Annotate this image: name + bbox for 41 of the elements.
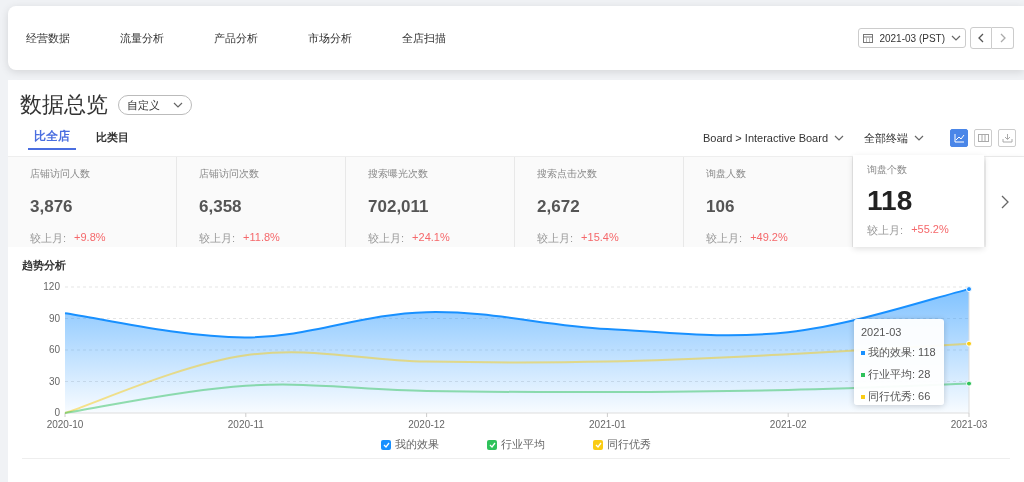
axis-label: 2021-01 [589, 419, 626, 430]
delta-label: 较上月: [537, 231, 574, 246]
axis-label: 2020-10 [46, 419, 84, 430]
delta-value: +49.2% [750, 231, 788, 245]
delta-value: +55.2% [911, 223, 949, 237]
kpi-label: 店铺访问次数 [199, 167, 259, 181]
delta-value: +9.8% [74, 231, 106, 245]
delta-label: 较上月: [30, 231, 67, 246]
kpi-value: 106 [706, 197, 735, 217]
tooltip-value: 同行优秀: 66 [868, 389, 931, 404]
axis-label: 60 [48, 344, 60, 355]
kpi-value: 118 [867, 185, 913, 217]
axis-label: 120 [43, 281, 60, 292]
delta-value: +15.4% [581, 231, 619, 245]
axis-label: 2021-02 [769, 419, 807, 430]
delta-value: +24.1% [412, 231, 450, 245]
page-title: 数据总览 [20, 91, 108, 119]
delta-label: 较上月: [867, 223, 904, 238]
axis-label: 2021-03 [950, 419, 988, 430]
kpi-label: 搜索点击次数 [537, 167, 598, 181]
delta-value: +11.8% [243, 231, 280, 245]
kpi-value: 702,011 [368, 197, 429, 217]
kpi-label: 搜索曝光次数 [368, 167, 429, 181]
delta-label: 较上月: [368, 231, 405, 246]
kpi-value: 6,358 [199, 197, 242, 217]
tooltip-value: 行业平均: 28 [868, 367, 931, 382]
section-title: 趋势分析 [22, 258, 66, 273]
tooltip-title: 2021-03 [861, 326, 902, 338]
axis-label: 2020-11 [227, 419, 264, 430]
kpi-value: 2,672 [537, 197, 580, 217]
axis-label: 0 [54, 407, 60, 418]
axis-label: 30 [48, 375, 60, 387]
kpi-label: 店铺访问人数 [30, 167, 90, 181]
axis-label: 90 [48, 312, 60, 324]
delta-label: 较上月: [199, 231, 236, 246]
kpi-value: 3,876 [30, 197, 73, 217]
kpi-label: 询盘个数 [867, 163, 908, 177]
delta-label: 较上月: [706, 231, 743, 246]
kpi-label: 询盘人数 [706, 167, 747, 181]
axis-label: 2020-12 [408, 419, 445, 430]
tooltip-value: 我的效果: 118 [868, 345, 936, 360]
